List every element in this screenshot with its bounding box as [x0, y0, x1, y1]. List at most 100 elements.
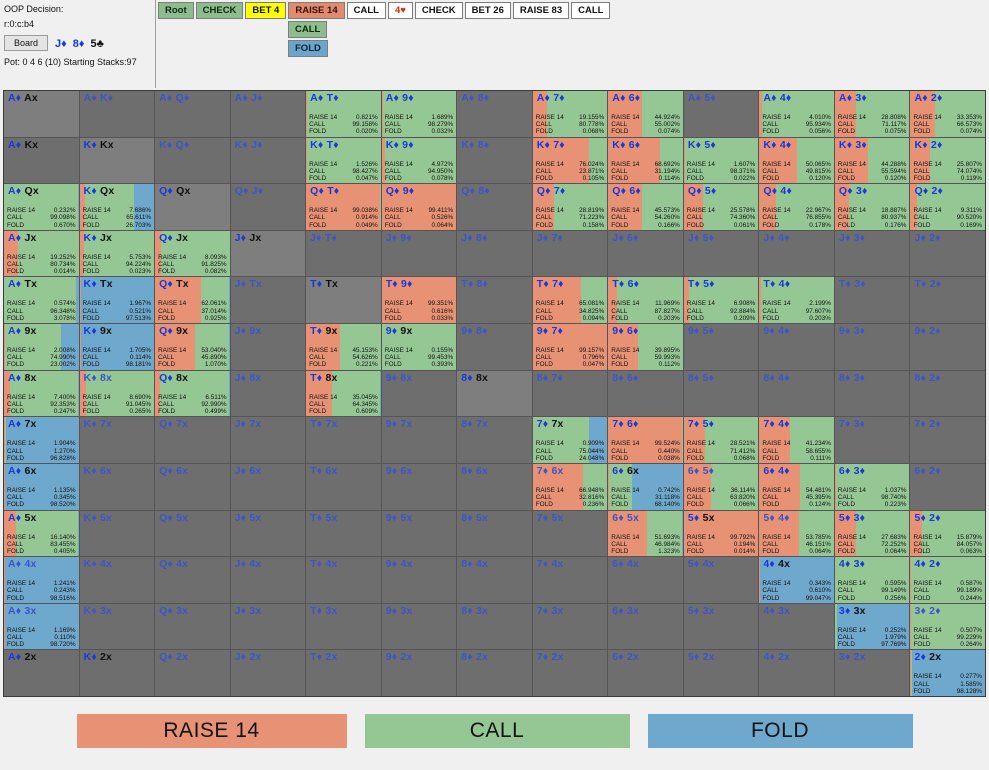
range-cell[interactable]: 9♦ 8♦: [457, 324, 532, 370]
range-cell[interactable]: A♦ 7x RAISE 14 1.904% CALL 1.270% FOLD 96.828%: [4, 417, 79, 463]
range-cell[interactable]: K♦ 9♦ RAISE 14 4.972% CALL 94.950% FOLD 0.078%: [381, 137, 457, 184]
range-cell[interactable]: 9♦ 3♦: [834, 324, 910, 370]
range-cell[interactable]: J♦ Jx: [230, 230, 306, 277]
range-cell[interactable]: J♦ 7x: [230, 417, 306, 463]
range-cell[interactable]: T♦ 4x: [306, 557, 381, 603]
range-cell[interactable]: J♦ 8♦: [457, 230, 532, 277]
range-cell[interactable]: A♦ 6♦ RAISE 14 44.924% CALL 55.002% FOLD 0.074…: [608, 91, 683, 137]
range-cell[interactable]: 5♦ 4x: [683, 557, 759, 603]
tree-node-bet-4[interactable]: BET 4: [245, 2, 287, 19]
range-cell[interactable]: Q♦ 2♦ RAISE 14 9.311% CALL 90.520% FOLD 0.169%: [910, 184, 985, 230]
range-cell[interactable]: 8♦ 3x: [457, 603, 532, 650]
range-cell[interactable]: Q♦ 4♦ RAISE 14 22.967% CALL 76.855% FOLD 0.178…: [759, 184, 834, 230]
range-cell[interactable]: T♦ 7♦ RAISE 14 65.081% CALL 34.825% FOLD 0.094…: [532, 277, 608, 324]
range-cell[interactable]: 4♦ 4x RAISE 14 0.343% CALL 0.610% FOLD 99.047%: [759, 557, 834, 603]
range-cell[interactable]: J♦ 2♦: [910, 230, 985, 277]
range-cell[interactable]: K♦ 5x: [79, 510, 155, 557]
range-cell[interactable]: 4♦ 3♦ RAISE 14 0.595% CALL 99.149% FOLD 0.256%: [834, 557, 910, 603]
range-cell[interactable]: 4♦ 2x: [759, 650, 834, 696]
range-cell[interactable]: 9♦ 9x RAISE 14 0.155% CALL 99.453% FOLD 0.393%: [381, 324, 457, 370]
range-cell[interactable]: K♦ 2x: [79, 650, 155, 696]
range-cell[interactable]: 9♦ 6♦ RAISE 14 39.895% CALL 59.993% FOLD 0.112…: [608, 324, 683, 370]
range-cell[interactable]: 9♦ 6x: [381, 463, 457, 510]
range-cell[interactable]: A♦ Q♦: [155, 91, 230, 137]
range-cell[interactable]: 7♦ 6♦ RAISE 14 99.524% CALL 0.440% FOLD 0.038%: [608, 417, 683, 463]
range-cell[interactable]: 7♦ 7x RAISE 14 0.909% CALL 75.044% FOLD 24.048…: [532, 417, 608, 463]
range-cell[interactable]: J♦ 4♦: [759, 230, 834, 277]
range-cell[interactable]: A♦ Qx RAISE 14 0.232% CALL 99.098% FOLD 0.670%: [4, 184, 79, 230]
range-cell[interactable]: 5♦ 3♦ RAISE 14 27.683% CALL 72.252% FOLD 0.064…: [834, 510, 910, 557]
range-cell[interactable]: A♦ 2x: [4, 650, 79, 696]
range-cell[interactable]: T♦ 3♦: [834, 277, 910, 324]
range-cell[interactable]: A♦ 9♦ RAISE 14 1.689% CALL 98.279% FOLD 0.032%: [381, 91, 457, 137]
range-cell[interactable]: 3♦ 3x RAISE 14 0.252% CALL 1.979% FOLD 97.769%: [834, 603, 910, 650]
range-cell[interactable]: Q♦ J♦: [230, 184, 306, 230]
range-cell[interactable]: 5♦ 4♦ RAISE 14 53.785% CALL 46.151% FOLD 0.064…: [759, 510, 834, 557]
range-cell[interactable]: J♦ 4x: [230, 557, 306, 603]
tree-node-raise-83[interactable]: RAISE 83: [512, 2, 570, 19]
range-cell[interactable]: 7♦ 5♦ RAISE 14 28.521% CALL 71.412% FOLD 0.068…: [683, 417, 759, 463]
range-cell[interactable]: A♦ J♦: [230, 91, 306, 137]
range-cell[interactable]: A♦ 7♦ RAISE 14 19.155% CALL 80.778% FOLD 0.068…: [532, 91, 608, 137]
range-cell[interactable]: 9♦ 2♦: [910, 324, 985, 370]
range-cell[interactable]: K♦ Q♦: [155, 137, 230, 184]
range-cell[interactable]: 5♦ 3x: [683, 603, 759, 650]
range-cell[interactable]: 8♦ 7♦: [532, 370, 608, 417]
range-cell[interactable]: T♦ 9x RAISE 14 45.153% CALL 54.626% FOLD 0.221…: [306, 324, 381, 370]
range-cell[interactable]: 6♦ 6x RAISE 14 0.742% CALL 31.118% FOLD 68.140…: [608, 463, 683, 510]
range-cell[interactable]: K♦ 4x: [79, 557, 155, 603]
range-cell[interactable]: Q♦ 5x: [155, 510, 230, 557]
range-cell[interactable]: Q♦ 5♦ RAISE 14 25.578% CALL 74.360% FOLD 0.061…: [683, 184, 759, 230]
range-cell[interactable]: 5♦ 2♦ RAISE 14 15.879% CALL 84.057% FOLD 0.063…: [910, 510, 985, 557]
tree-node-call[interactable]: CALL: [571, 2, 611, 19]
range-cell[interactable]: J♦ 7♦: [532, 230, 608, 277]
range-cell[interactable]: T♦ 5x: [306, 510, 381, 557]
range-cell[interactable]: K♦ 3♦ RAISE 14 44.288% CALL 55.594% FOLD 0.120…: [834, 137, 910, 184]
range-cell[interactable]: 9♦ 8x: [381, 370, 457, 417]
range-cell[interactable]: 8♦ 6x: [457, 463, 532, 510]
range-cell[interactable]: 8♦ 8x: [457, 370, 532, 417]
range-cell[interactable]: A♦ Tx RAISE 14 0.574% CALL 96.348% FOLD 3.078%: [4, 277, 79, 324]
range-cell[interactable]: K♦ Jx RAISE 14 5.753% CALL 94.224% FOLD 0.023%: [79, 230, 155, 277]
board-button[interactable]: Board: [4, 35, 49, 51]
tree-node-bet-26[interactable]: BET 26: [464, 2, 511, 19]
range-cell[interactable]: 6♦ 3x: [608, 603, 683, 650]
range-cell[interactable]: 5♦ 5x RAISE 14 99.792% CALL 0.194% FOLD 0.014%: [683, 510, 759, 557]
range-cell[interactable]: 3♦ 2x: [834, 650, 910, 696]
range-cell[interactable]: J♦ 5♦: [683, 230, 759, 277]
range-cell[interactable]: Q♦ 3♦ RAISE 14 18.887% CALL 80.937% FOLD 0.176…: [834, 184, 910, 230]
range-cell[interactable]: T♦ 7x: [306, 417, 381, 463]
range-cell[interactable]: A♦ Jx RAISE 14 19.252% CALL 80.734% FOLD 0.014…: [4, 230, 79, 277]
range-cell[interactable]: T♦ 3x: [306, 603, 381, 650]
range-cell[interactable]: 8♦ 2♦: [910, 370, 985, 417]
range-cell[interactable]: 9♦ 2x: [381, 650, 457, 696]
range-cell[interactable]: 9♦ 3x: [381, 603, 457, 650]
range-cell[interactable]: A♦ T♦ RAISE 14 0.821% CALL 99.158% FOLD 0.020%: [306, 91, 381, 137]
range-cell[interactable]: K♦ Qx RAISE 14 7.686% CALL 65.611% FOLD 26.703…: [79, 184, 155, 230]
range-cell[interactable]: K♦ 3x: [79, 603, 155, 650]
range-cell[interactable]: K♦ Kx: [79, 137, 155, 184]
range-cell[interactable]: T♦ 5♦ RAISE 14 6.908% CALL 92.884% FOLD 0.209%: [683, 277, 759, 324]
range-cell[interactable]: K♦ 8♦: [457, 137, 532, 184]
range-cell[interactable]: J♦ T♦: [306, 230, 381, 277]
range-cell[interactable]: J♦ 3♦: [834, 230, 910, 277]
range-cell[interactable]: 9♦ 5x: [381, 510, 457, 557]
range-cell[interactable]: A♦ 5x RAISE 14 16.140% CALL 83.455% FOLD 0.405…: [4, 510, 79, 557]
range-cell[interactable]: 8♦ 5♦: [683, 370, 759, 417]
range-cell[interactable]: J♦ Tx: [230, 277, 306, 324]
range-cell[interactable]: 9♦ 4♦: [759, 324, 834, 370]
range-cell[interactable]: 6♦ 5x RAISE 14 51.693% CALL 46.984% FOLD 1.323…: [608, 510, 683, 557]
range-cell[interactable]: 8♦ 7x: [457, 417, 532, 463]
range-cell[interactable]: Q♦ Tx RAISE 14 62.061% CALL 37.014% FOLD 0.925…: [155, 277, 230, 324]
range-cell[interactable]: J♦ 6♦: [608, 230, 683, 277]
range-cell[interactable]: Q♦ Qx: [155, 184, 230, 230]
tree-node-raise-14[interactable]: RAISE 14: [288, 2, 345, 19]
range-cell[interactable]: Q♦ 6♦ RAISE 14 45.573% CALL 54.260% FOLD 0.166…: [608, 184, 683, 230]
range-cell[interactable]: K♦ 9x RAISE 14 1.705% CALL 0.114% FOLD 98.181%: [79, 324, 155, 370]
range-cell[interactable]: Q♦ 9x RAISE 14 53.040% CALL 45.890% FOLD 1.070…: [155, 324, 230, 370]
range-cell[interactable]: K♦ 6x: [79, 463, 155, 510]
range-cell[interactable]: 8♦ 4x: [457, 557, 532, 603]
range-cell[interactable]: 6♦ 2x: [608, 650, 683, 696]
range-cell[interactable]: Q♦ 4x: [155, 557, 230, 603]
range-cell[interactable]: T♦ 8x RAISE 14 35.045% CALL 64.345% FOLD 0.609…: [306, 370, 381, 417]
